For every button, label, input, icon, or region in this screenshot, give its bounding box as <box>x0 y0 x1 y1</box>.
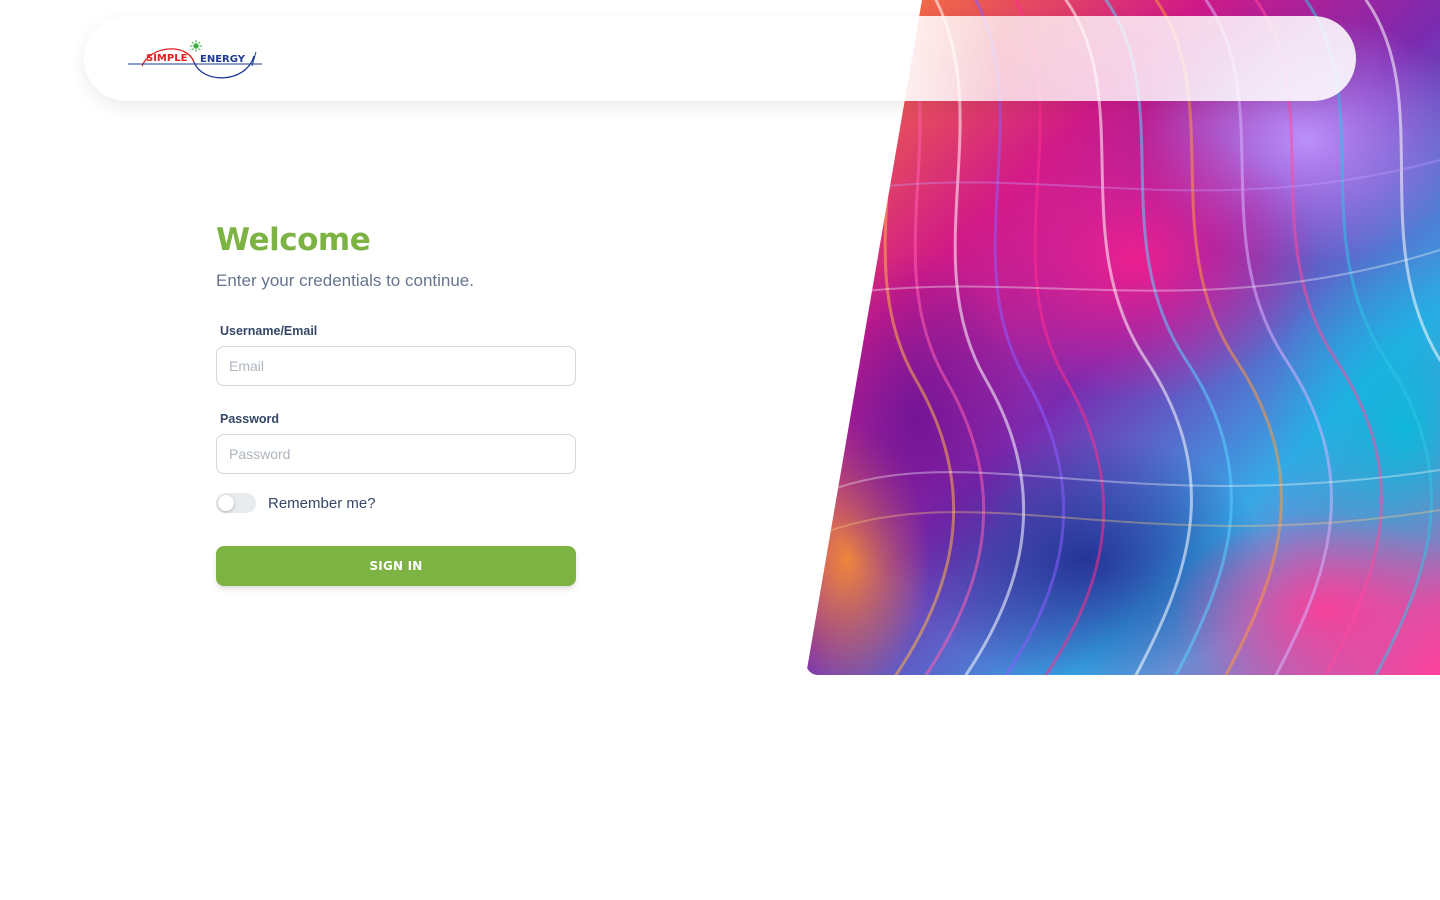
page-subtitle: Enter your credentials to continue. <box>216 271 474 290</box>
username-email-input[interactable] <box>216 346 576 386</box>
password-label: Password <box>220 412 280 426</box>
logo-word-energy: ENERGY <box>200 54 246 65</box>
login-form: Welcome Enter your credentials to contin… <box>216 218 576 586</box>
sun-icon <box>190 40 202 52</box>
logo-mark: SIMPLE ENERGY <box>128 40 262 79</box>
remember-me-row: Remember me? <box>216 493 576 513</box>
page-title: Welcome <box>216 222 371 258</box>
remember-me-toggle[interactable] <box>216 493 256 513</box>
remember-me-label[interactable]: Remember me? <box>268 495 376 512</box>
sign-in-button[interactable]: SIGN IN <box>216 546 576 586</box>
password-input[interactable] <box>216 434 576 474</box>
abstract-swirl-art <box>806 0 1440 675</box>
decorative-art-panel <box>806 0 1440 675</box>
logo-word-simple: SIMPLE <box>146 53 188 64</box>
username-label: Username/Email <box>220 324 318 338</box>
toggle-knob <box>218 495 234 511</box>
top-navbar: SIMPLE ENERGY <box>84 16 1356 101</box>
simple-energy-logo[interactable]: SIMPLE ENERGY <box>128 40 262 82</box>
